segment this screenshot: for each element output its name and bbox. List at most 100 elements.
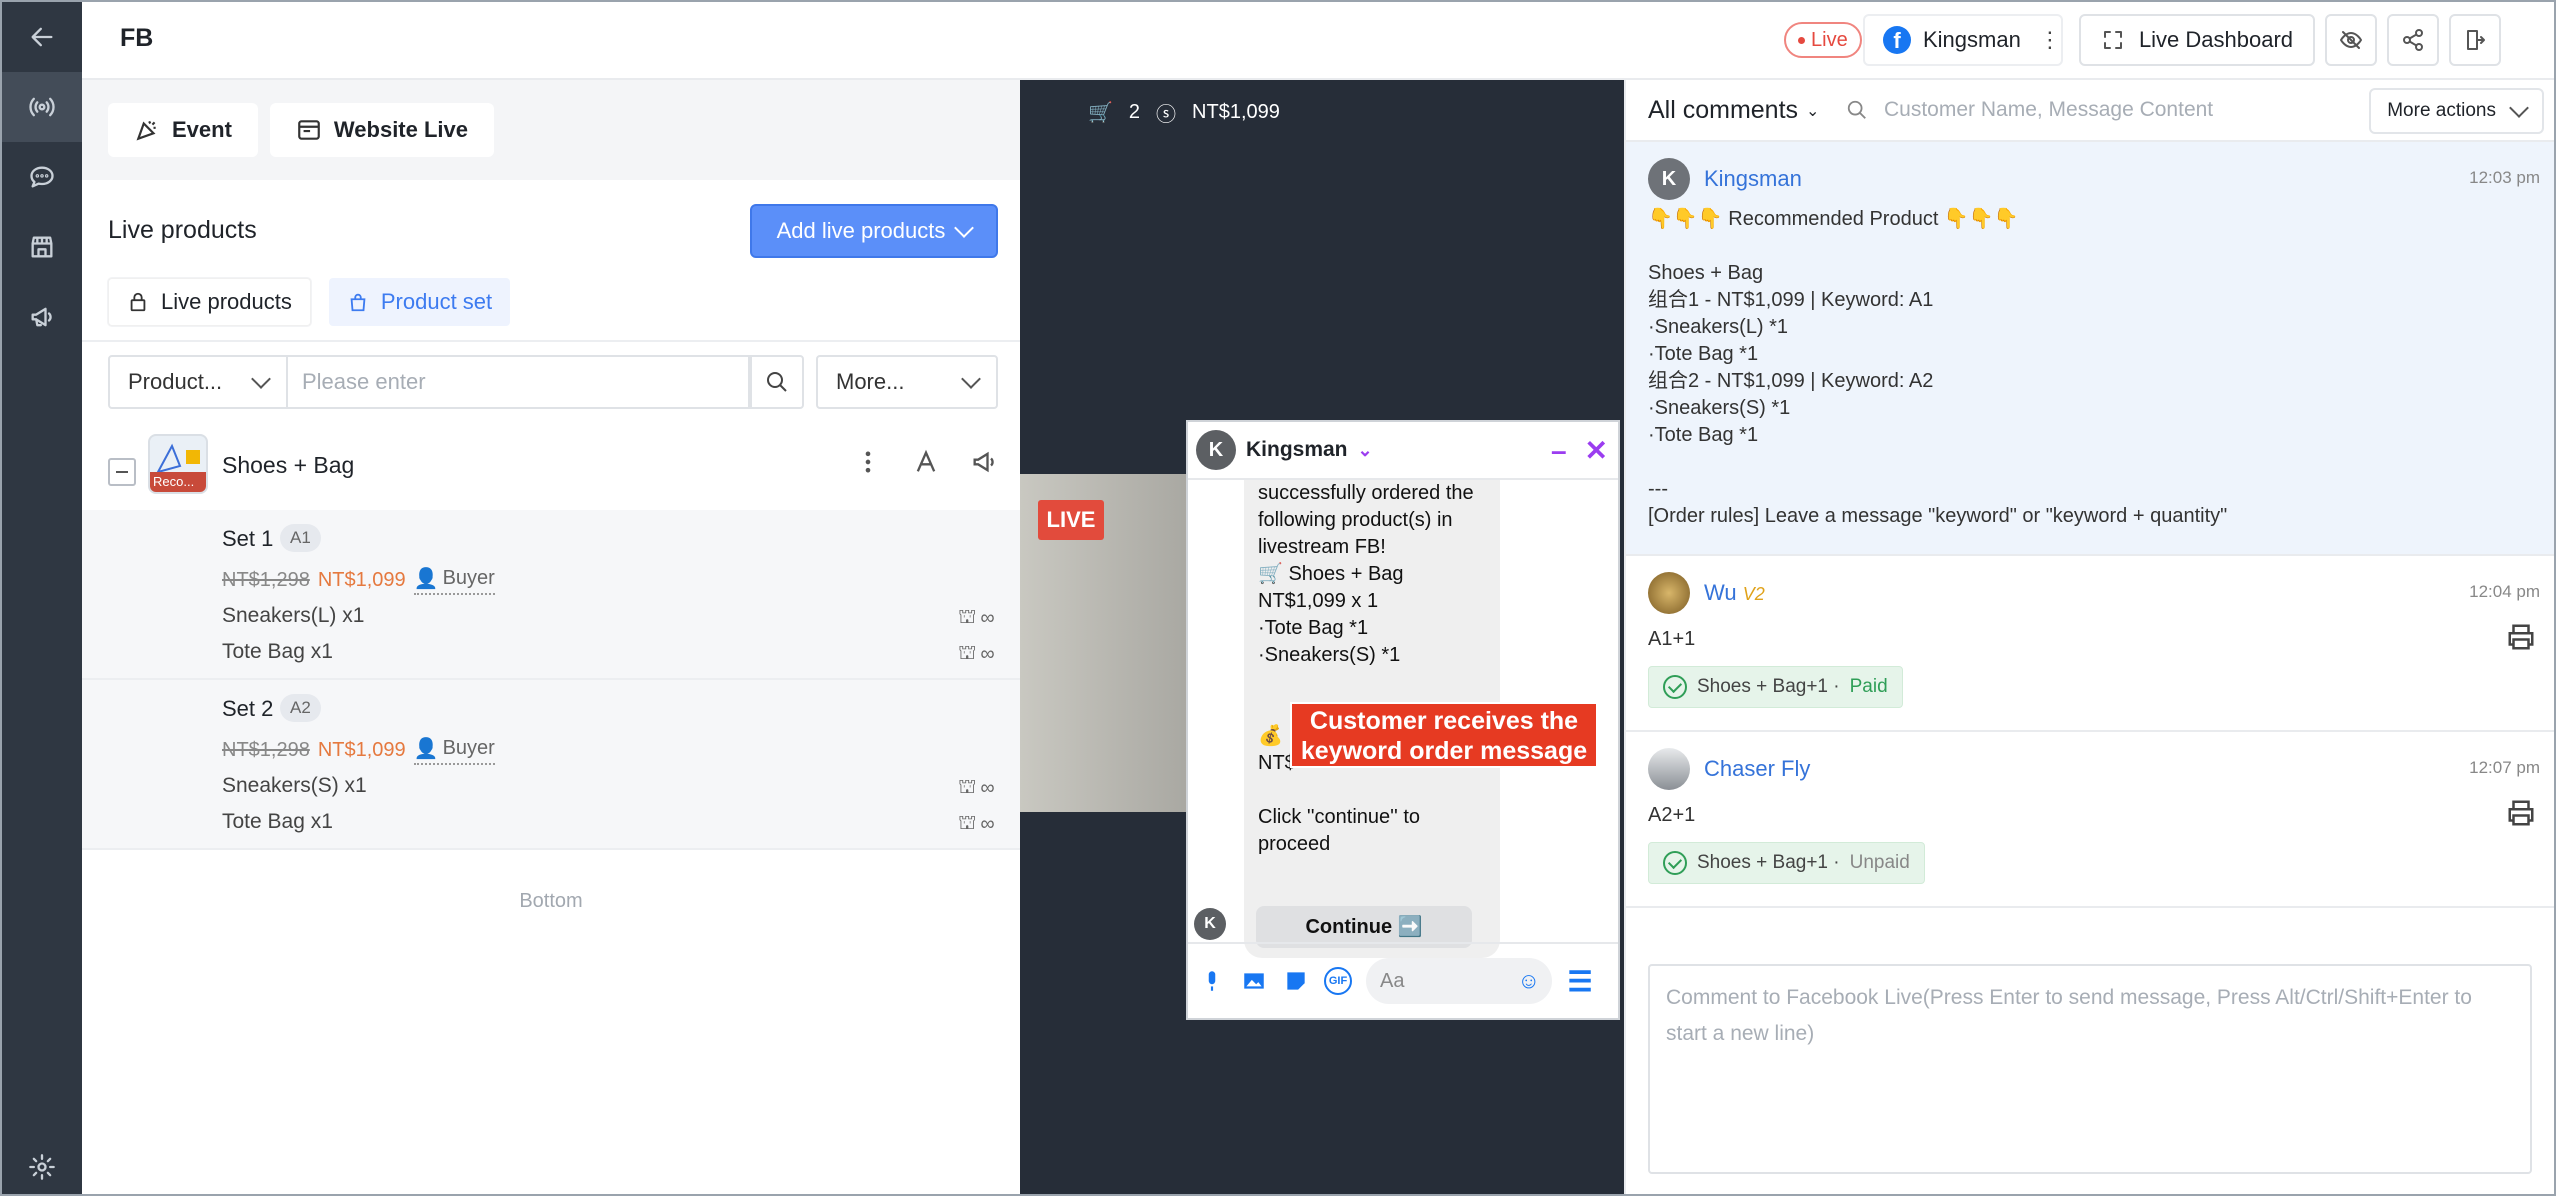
more-filter-select[interactable]: More... bbox=[816, 355, 998, 409]
audience-selector[interactable]: 👤 Buyer bbox=[413, 566, 495, 595]
audience-selector[interactable]: 👤 Buyer bbox=[413, 736, 495, 765]
commenter-name[interactable]: Chaser Fly bbox=[1704, 756, 1810, 782]
subtab-live-products[interactable]: Live products bbox=[108, 278, 311, 326]
close-icon[interactable]: ✕ bbox=[1585, 434, 1608, 467]
stock-value: ∞ bbox=[980, 607, 995, 629]
live-status-badge: Live bbox=[1784, 22, 1862, 58]
comment-search-input[interactable]: Customer Name, Message Content bbox=[1846, 98, 2213, 122]
print-button[interactable] bbox=[2506, 798, 2536, 828]
more-vertical-icon[interactable] bbox=[854, 448, 882, 476]
order-tag[interactable]: Shoes + Bag+1 · Unpaid bbox=[1648, 842, 1925, 884]
microphone-icon[interactable] bbox=[1198, 967, 1226, 995]
annotation-callout: Customer receives the keyword order mess… bbox=[1290, 702, 1598, 768]
set-item: Tote Bag x1 bbox=[222, 640, 333, 663]
product-filter: Product... Please enter More... bbox=[108, 355, 998, 409]
back-button[interactable] bbox=[2, 2, 82, 72]
keyword-badge: A2 bbox=[280, 694, 321, 722]
live-dashboard-button[interactable]: Live Dashboard bbox=[2079, 14, 2315, 66]
product-subtabs: Live products Product set bbox=[108, 278, 511, 326]
keyword-badge: A1 bbox=[280, 524, 321, 552]
menu-icon[interactable]: ☰ bbox=[1566, 966, 1594, 997]
megaphone-icon[interactable] bbox=[970, 448, 998, 476]
order-tag[interactable]: Shoes + Bag+1 · Paid bbox=[1648, 666, 1903, 708]
comments-filter[interactable]: All comments ⌄ bbox=[1648, 96, 1819, 125]
cart-icon: 🛒 bbox=[1088, 102, 1113, 124]
share-button[interactable] bbox=[2387, 14, 2439, 66]
account-selector[interactable]: f Kingsman ⋮ bbox=[1863, 14, 2063, 66]
minimize-icon[interactable]: – bbox=[1551, 435, 1567, 467]
search-button[interactable] bbox=[750, 355, 804, 409]
product-row[interactable]: Reco... Shoes + Bag bbox=[108, 434, 998, 502]
broadcast-icon bbox=[29, 97, 55, 117]
video-stats: 🛒 2 ⓢ NT$1,099 bbox=[1088, 98, 1280, 127]
comment-text: A2+1 bbox=[1648, 804, 1696, 826]
exit-button[interactable] bbox=[2449, 14, 2501, 66]
tab-website-live-label: Website Live bbox=[333, 117, 469, 142]
comment-time: 12:04 pm bbox=[2469, 582, 2540, 601]
tab-website-live[interactable]: Website Live bbox=[269, 103, 495, 157]
order-total: NT$1,099 bbox=[1192, 101, 1280, 123]
rail-item-marketing[interactable] bbox=[2, 282, 82, 352]
product-thumbnail: Reco... bbox=[148, 434, 208, 494]
rail-item-settings[interactable] bbox=[2, 1132, 82, 1194]
product-actions bbox=[854, 448, 998, 476]
comment-item[interactable]: Wu V2 12:04 pm A1+1 Shoes + Bag+1 · Paid bbox=[1626, 556, 2554, 732]
account-name: Kingsman bbox=[1923, 27, 2021, 52]
user-icon: 👤 bbox=[413, 568, 439, 590]
rail-item-store[interactable] bbox=[2, 212, 82, 282]
top-bar: FB Live f Kingsman ⋮ Live Dashboard bbox=[82, 2, 2554, 80]
add-live-products-button[interactable]: Add live products bbox=[750, 204, 998, 258]
original-price: NT$1,298 bbox=[222, 569, 310, 591]
filter-field-select[interactable]: Product... bbox=[108, 355, 288, 409]
chevron-down-icon: ⌄ bbox=[1806, 102, 1820, 120]
comment-text: A1+1 bbox=[1648, 628, 1696, 650]
warehouse-icon: ⛫ bbox=[958, 812, 977, 834]
message-input[interactable]: Aa ☺ bbox=[1366, 958, 1552, 1004]
comment-time: 12:03 pm bbox=[2469, 168, 2540, 187]
order-tag-label: Shoes + Bag+1 · bbox=[1697, 852, 1840, 873]
chat-contact-name: Kingsman bbox=[1246, 438, 1348, 461]
more-actions-button[interactable]: More actions bbox=[2369, 88, 2544, 134]
comment-item[interactable]: K Kingsman 12:03 pm 👇👇👇 Recommended Prod… bbox=[1626, 142, 2554, 556]
print-button[interactable] bbox=[2506, 622, 2536, 652]
product-image-icon bbox=[156, 443, 200, 474]
kebab-menu-icon[interactable]: ⋮ bbox=[2039, 27, 2061, 53]
avatar: K bbox=[1648, 158, 1690, 200]
stock-value: ∞ bbox=[980, 813, 995, 835]
avatar: K bbox=[1194, 908, 1226, 940]
chat-message-text: successfully ordered the following produ… bbox=[1258, 482, 1474, 855]
back-icon bbox=[31, 27, 53, 47]
font-icon[interactable] bbox=[912, 448, 940, 476]
settings-icon bbox=[29, 1154, 55, 1180]
commenter-name[interactable]: Wu V2 bbox=[1704, 580, 1765, 606]
sticker-icon[interactable] bbox=[1282, 967, 1310, 995]
collapse-toggle[interactable] bbox=[108, 458, 136, 486]
check-circle-icon bbox=[1663, 851, 1687, 875]
gif-icon[interactable]: GIF bbox=[1324, 967, 1352, 995]
comments-header: All comments ⌄ Customer Name, Message Con… bbox=[1626, 80, 2554, 142]
rail-item-live[interactable] bbox=[2, 72, 82, 142]
search-icon bbox=[767, 372, 787, 392]
avatar: K bbox=[1196, 430, 1236, 470]
chevron-down-icon[interactable]: ⌄ bbox=[1358, 440, 1373, 461]
list-end-label: Bottom bbox=[519, 890, 583, 912]
rail-item-chat[interactable] bbox=[2, 142, 82, 212]
commenter-name[interactable]: Kingsman bbox=[1704, 166, 1802, 192]
product-set-row: Set 1 A1 NT$1,298 NT$1,099 👤 Buyer Sneake… bbox=[82, 510, 1020, 678]
chat-header: K Kingsman ⌄ – ✕ bbox=[1188, 422, 1618, 480]
megaphone-icon bbox=[31, 307, 52, 327]
hide-button[interactable] bbox=[2325, 14, 2377, 66]
chevron-down-icon bbox=[251, 369, 271, 389]
stock-indicator: ⛫ ∞ bbox=[958, 642, 995, 667]
comment-item[interactable]: Chaser Fly 12:07 pm A2+1 Shoes + Bag+1 ·… bbox=[1626, 732, 2554, 908]
image-icon[interactable] bbox=[1240, 967, 1268, 995]
live-dot-icon bbox=[1798, 36, 1805, 44]
live-products-title: Live products bbox=[108, 216, 257, 244]
printer-icon bbox=[2508, 624, 2534, 650]
tab-event[interactable]: Event bbox=[108, 103, 258, 157]
avatar bbox=[1648, 572, 1690, 614]
subtab-product-set[interactable]: Product set bbox=[328, 278, 511, 326]
search-input[interactable]: Please enter bbox=[286, 355, 750, 409]
emoji-icon[interactable]: ☺ bbox=[1518, 968, 1540, 994]
comment-compose-field[interactable]: Comment to Facebook Live(Press Enter to … bbox=[1648, 964, 2532, 1174]
